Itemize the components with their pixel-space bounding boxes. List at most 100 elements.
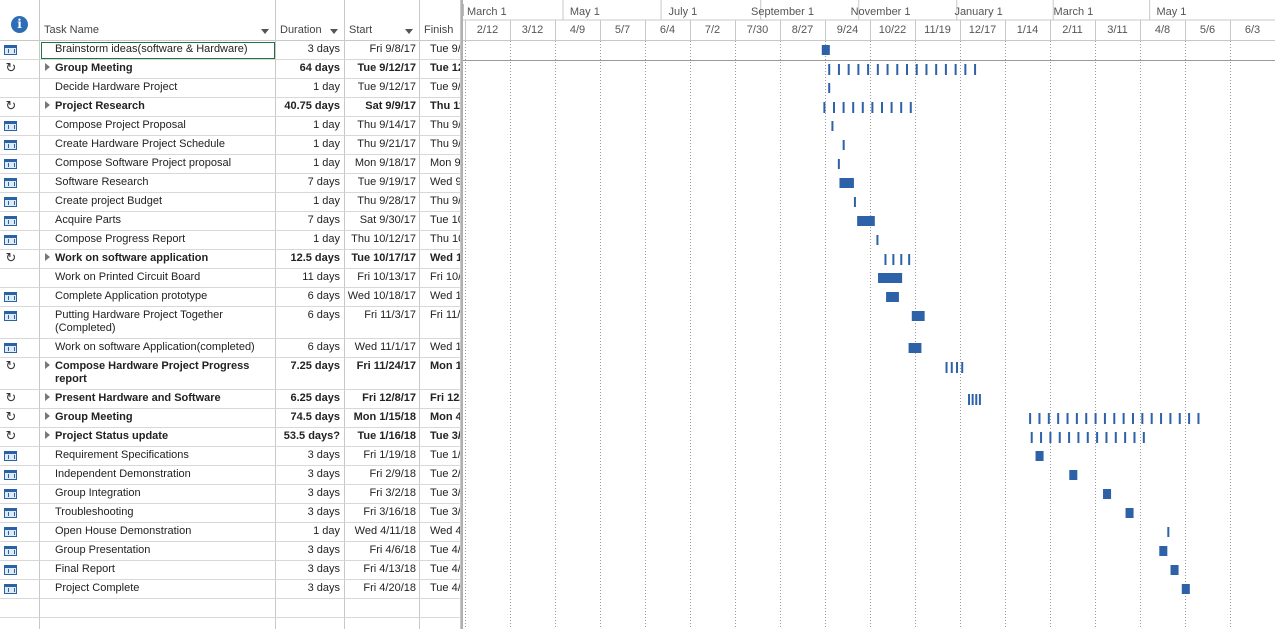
table-row[interactable]: ↻ Group Meeting 64 daysTue 9/12/17 Tue 12/1…: [0, 60, 461, 79]
indicator-cell[interactable]: [0, 79, 40, 98]
table-row[interactable]: Create project Budget 1 day Thu 9/28/17 Thu…: [0, 193, 461, 212]
finish-cell[interactable]: Tue 4/10/18: [420, 542, 461, 561]
expand-icon[interactable]: [45, 361, 50, 369]
duration-cell[interactable]: 3 days: [276, 466, 345, 485]
empty-row[interactable]: [0, 599, 461, 618]
duration-cell[interactable]: 3 days: [276, 580, 345, 599]
table-row[interactable]: Compose Software Project proposal 1 day Mo…: [0, 155, 461, 174]
task-name-cell[interactable]: Project Status update: [40, 428, 276, 447]
empty-cell[interactable]: [0, 599, 40, 618]
duration-cell[interactable]: 53.5 days?: [276, 428, 345, 447]
finish-cell[interactable]: Wed 4/11/18: [420, 523, 461, 542]
duration-cell[interactable]: 3 days: [276, 542, 345, 561]
task-name-cell[interactable]: Putting Hardware Project Together (Compl…: [40, 307, 276, 339]
task-name-cell[interactable]: Work on software application: [40, 250, 276, 269]
task-name-cell[interactable]: Create project Budget: [40, 193, 276, 212]
task-name-cell[interactable]: Independent Demonstration: [40, 466, 276, 485]
indicators-column-header[interactable]: i: [0, 0, 40, 41]
task-name-cell[interactable]: Project Research: [40, 98, 276, 117]
empty-cell[interactable]: [420, 618, 461, 629]
indicator-cell[interactable]: ↻: [0, 250, 40, 269]
start-cell[interactable]: Wed 10/18/17: [345, 288, 420, 307]
finish-cell[interactable]: Tue 3/27/18: [420, 428, 461, 447]
finish-cell[interactable]: Tue 1/23/18: [420, 447, 461, 466]
task-name-cell[interactable]: Work on software Application(completed): [40, 339, 276, 358]
expand-icon[interactable]: [45, 63, 50, 71]
empty-cell[interactable]: [345, 599, 420, 618]
table-row[interactable]: Work on Printed Circuit Board 11 days Fri …: [0, 269, 461, 288]
indicator-cell[interactable]: [0, 288, 40, 307]
finish-cell[interactable]: Wed 10/25/17: [420, 288, 461, 307]
indicator-cell[interactable]: [0, 466, 40, 485]
duration-cell[interactable]: 64 days: [276, 60, 345, 79]
duration-cell[interactable]: 6.25 days: [276, 390, 345, 409]
indicator-cell[interactable]: [0, 523, 40, 542]
table-row[interactable]: Compose Progress Report 1 day Thu 10/12/17…: [0, 231, 461, 250]
table-row[interactable]: ↻ Project Status update 53.5 days? Tue 1/16…: [0, 428, 461, 447]
table-row[interactable]: Putting Hardware Project Together (Compl…: [0, 307, 461, 339]
empty-cell[interactable]: [0, 618, 40, 629]
indicator-cell[interactable]: [0, 41, 40, 60]
task-name-cell[interactable]: Decide Hardware Project: [40, 79, 276, 98]
task-name-cell[interactable]: Compose Project Proposal: [40, 117, 276, 136]
indicator-cell[interactable]: [0, 447, 40, 466]
indicator-cell[interactable]: [0, 174, 40, 193]
duration-cell[interactable]: 11 days: [276, 269, 345, 288]
start-cell[interactable]: Wed 4/11/18: [345, 523, 420, 542]
finish-cell[interactable]: Tue 10/10/17: [420, 212, 461, 231]
indicator-cell[interactable]: [0, 269, 40, 288]
duration-cell[interactable]: 6 days: [276, 307, 345, 339]
task-name-cell[interactable]: Compose Progress Report: [40, 231, 276, 250]
duration-cell[interactable]: 1 day: [276, 231, 345, 250]
chevron-down-icon[interactable]: [405, 29, 413, 34]
table-row[interactable]: Software Research 7 daysTue 9/19/17 Wed 9/…: [0, 174, 461, 193]
table-row[interactable]: Final Report 3 daysFri 4/13/18 Tue 4/17/18: [0, 561, 461, 580]
table-row[interactable]: Create Hardware Project Schedule 1 day Thu…: [0, 136, 461, 155]
duration-cell[interactable]: 3 days: [276, 447, 345, 466]
empty-cell[interactable]: [40, 618, 276, 629]
table-row[interactable]: Acquire Parts 7 daysSat 9/30/17 Tue 10/10/…: [0, 212, 461, 231]
finish-cell[interactable]: Mon 12/4/17: [420, 358, 461, 390]
table-row[interactable]: Open House Demonstration 1 day Wed 4/11/18…: [0, 523, 461, 542]
empty-cell[interactable]: [420, 599, 461, 618]
table-row[interactable]: Project Complete 3 daysFri 4/20/18 Tue 4/2…: [0, 580, 461, 599]
finish-cell[interactable]: Tue 3/20/18: [420, 504, 461, 523]
start-cell[interactable]: Mon 1/15/18: [345, 409, 420, 428]
task-name-cell[interactable]: Project Complete: [40, 580, 276, 599]
start-cell[interactable]: Thu 10/12/17: [345, 231, 420, 250]
indicator-cell[interactable]: ↻: [0, 60, 40, 79]
task-name-cell[interactable]: Brainstorm ideas(software & Hardware): [40, 41, 276, 60]
finish-cell[interactable]: Thu 11/2/17: [420, 98, 461, 117]
start-cell[interactable]: Fri 1/19/18: [345, 447, 420, 466]
indicator-cell[interactable]: ↻: [0, 428, 40, 447]
empty-cell[interactable]: [345, 618, 420, 629]
duration-column-header[interactable]: Duration: [276, 0, 345, 41]
expand-icon[interactable]: [45, 431, 50, 439]
task-name-cell[interactable]: Compose Hardware Project Progress report: [40, 358, 276, 390]
indicator-cell[interactable]: [0, 504, 40, 523]
start-cell[interactable]: Tue 1/16/18: [345, 428, 420, 447]
indicator-cell[interactable]: [0, 485, 40, 504]
duration-cell[interactable]: 3 days: [276, 41, 345, 60]
task-name-cell[interactable]: Create Hardware Project Schedule: [40, 136, 276, 155]
finish-cell[interactable]: Tue 12/12/17: [420, 60, 461, 79]
table-row[interactable]: Decide Hardware Project 1 day Tue 9/12/17 T…: [0, 79, 461, 98]
table-row[interactable]: ↻ Present Hardware and Software 6.25 days F…: [0, 390, 461, 409]
start-cell[interactable]: Tue 9/19/17: [345, 174, 420, 193]
duration-cell[interactable]: 3 days: [276, 504, 345, 523]
task-name-cell[interactable]: Complete Application prototype: [40, 288, 276, 307]
finish-cell[interactable]: Fri 11/10/17: [420, 307, 461, 339]
task-name-cell[interactable]: Final Report: [40, 561, 276, 580]
expand-icon[interactable]: [45, 412, 50, 420]
empty-cell[interactable]: [276, 599, 345, 618]
finish-cell[interactable]: Thu 9/21/17: [420, 136, 461, 155]
table-row[interactable]: Work on software Application(completed) 6…: [0, 339, 461, 358]
finish-cell[interactable]: Mon 4/30/18: [420, 409, 461, 428]
finish-cell[interactable]: Thu 10/12/17: [420, 231, 461, 250]
start-cell[interactable]: Mon 9/18/17: [345, 155, 420, 174]
task-name-cell[interactable]: Compose Software Project proposal: [40, 155, 276, 174]
table-row[interactable]: ↻ Project Research 40.75 days Sat 9/9/17 Thu…: [0, 98, 461, 117]
duration-cell[interactable]: 1 day: [276, 136, 345, 155]
indicator-cell[interactable]: ↻: [0, 98, 40, 117]
start-cell[interactable]: Fri 4/6/18: [345, 542, 420, 561]
